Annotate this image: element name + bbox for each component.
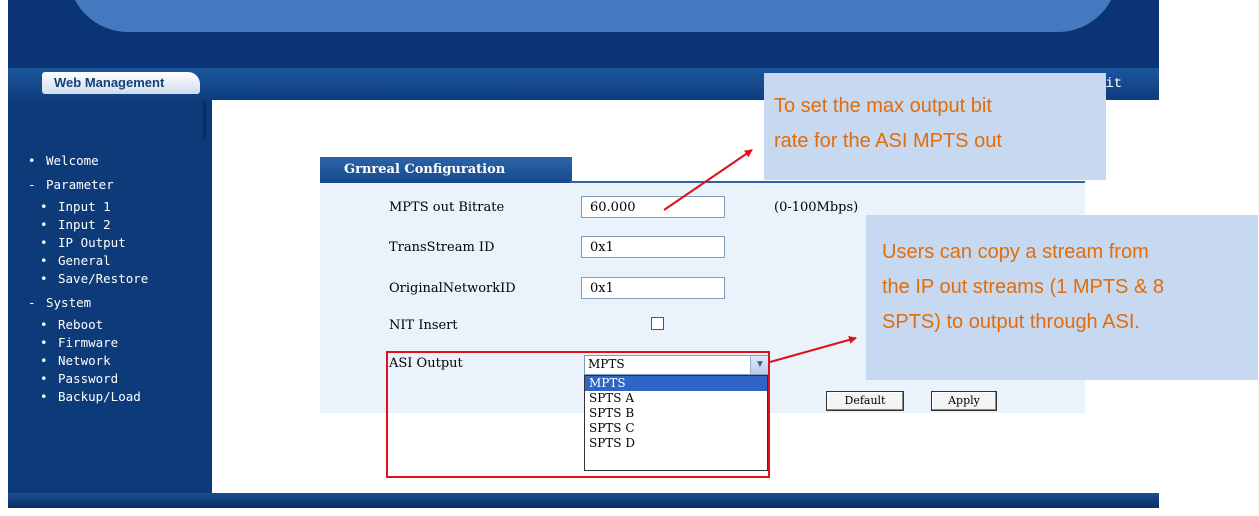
sidebar-group-system[interactable]: - System [28, 294, 148, 312]
footer-bar [8, 493, 1159, 508]
bullet-icon: • [40, 217, 48, 232]
sidebar-item-label: Save/Restore [58, 271, 149, 286]
callout-line: the IP out streams (1 MPTS & 8 [882, 276, 1164, 298]
sidebar-item-label: Input 1 [58, 199, 111, 214]
sidebar-item-welcome[interactable]: • Welcome [28, 152, 148, 170]
sidebar-item-network[interactable]: • Network [28, 352, 148, 370]
default-button[interactable]: Default [826, 391, 904, 411]
sidebar-item-label: Input 2 [58, 217, 111, 232]
bullet-icon: • [40, 335, 48, 350]
bullet-icon: • [40, 317, 48, 332]
bitrate-input[interactable] [581, 196, 725, 218]
sidebar: • Welcome - Parameter • Input 1 • Input 2 • I… [8, 100, 203, 508]
sidebar-item-password[interactable]: • Password [28, 370, 148, 388]
sidebar-item-ip-output[interactable]: • IP Output [28, 234, 148, 252]
sidebar-group-label: Parameter [46, 177, 114, 192]
callout-line: SPTS) to output through ASI. [882, 311, 1140, 333]
annotation-highlight-box [386, 351, 770, 478]
tsid-input[interactable] [581, 236, 725, 258]
callout-line: To set the max output bit [774, 95, 992, 117]
web-management-tab[interactable]: Web Management [42, 72, 200, 94]
sidebar-item-label: Backup/Load [58, 389, 141, 404]
callout-bitrate: To set the max output bit rate for the A… [764, 73, 1106, 180]
sidebar-item-label: Reboot [58, 317, 104, 332]
sidebar-item-label: Firmware [58, 335, 119, 350]
sidebar-item-save-restore[interactable]: • Save/Restore [28, 270, 148, 288]
nit-insert-label: NIT Insert [389, 318, 458, 333]
sidebar-item-label: General [58, 253, 111, 268]
onid-input[interactable] [581, 277, 725, 299]
sidebar-item-general[interactable]: • General [28, 252, 148, 270]
callout-asi: Users can copy a stream from the IP out … [866, 215, 1258, 380]
callout-line: Users can copy a stream from [882, 241, 1149, 263]
sidebar-item-input-2[interactable]: • Input 2 [28, 216, 148, 234]
bullet-icon: • [40, 235, 48, 250]
collapse-icon: - [28, 177, 36, 192]
top-banner [8, 0, 1159, 68]
bullet-icon: • [28, 153, 36, 168]
callout-line: rate for the ASI MPTS out [774, 130, 1002, 152]
sidebar-item-label: Password [58, 371, 119, 386]
sidebar-divider [203, 100, 206, 140]
banner-curve [68, 0, 1118, 32]
bullet-icon: • [40, 371, 48, 386]
tsid-label: TransStream ID [389, 240, 495, 255]
bitrate-label: MPTS out Bitrate [389, 200, 505, 215]
bullet-icon: • [40, 353, 48, 368]
sidebar-item-label: IP Output [58, 235, 126, 250]
panel-title: Grnreal Configuration [320, 157, 572, 183]
sidebar-item-label: Network [58, 353, 111, 368]
bullet-icon: • [40, 253, 48, 268]
apply-button[interactable]: Apply [931, 391, 997, 411]
sidebar-group-parameter[interactable]: - Parameter [28, 176, 148, 194]
sidebar-group-label: System [46, 295, 92, 310]
sidebar-item-backup-load[interactable]: • Backup/Load [28, 388, 148, 406]
sidebar-menu: • Welcome - Parameter • Input 1 • Input 2 • I… [28, 152, 148, 406]
sidebar-item-reboot[interactable]: • Reboot [28, 316, 148, 334]
nit-insert-checkbox[interactable] [651, 317, 664, 330]
bullet-icon: • [40, 199, 48, 214]
bitrate-range-hint: (0-100Mbps) [774, 200, 859, 215]
sidebar-item-firmware[interactable]: • Firmware [28, 334, 148, 352]
sidebar-item-label: Welcome [46, 153, 99, 168]
bullet-icon: • [40, 389, 48, 404]
sidebar-item-input-1[interactable]: • Input 1 [28, 198, 148, 216]
onid-label: OriginalNetworkID [389, 281, 516, 296]
bullet-icon: • [40, 271, 48, 286]
collapse-icon: - [28, 295, 36, 310]
